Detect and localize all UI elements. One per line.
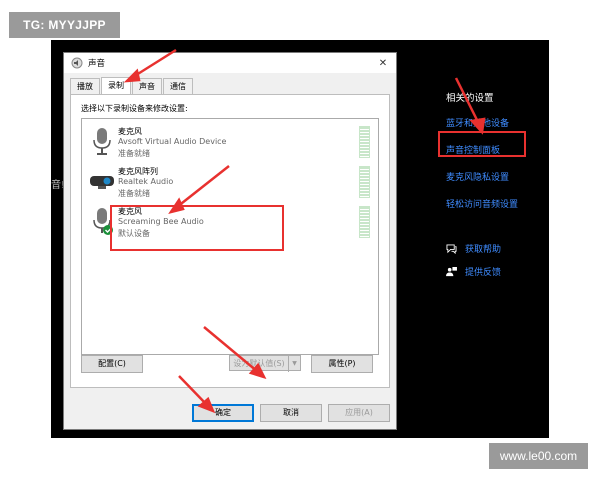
microphone-icon bbox=[93, 128, 111, 155]
tab-sounds[interactable]: 声音 bbox=[132, 78, 162, 94]
link-ease-of-access-audio[interactable]: 轻松访问音频设置 bbox=[446, 197, 546, 210]
related-settings-title: 相关的设置 bbox=[446, 93, 494, 104]
related-settings-panel: 相关的设置 蓝牙和其他设备 声音控制面板 麦克风隐私设置 轻松访问音频设置 获取… bbox=[446, 90, 546, 288]
set-default-label: 设为默认值(S) bbox=[233, 359, 285, 368]
device-description: Avsoft Virtual Audio Device bbox=[118, 137, 227, 146]
properties-button[interactable]: 属性(P) bbox=[311, 355, 373, 373]
device-name: 麦克风 bbox=[118, 127, 142, 136]
device-status: 准备就绪 bbox=[118, 149, 150, 158]
webcam-mic-array-icon bbox=[90, 176, 114, 189]
link-bluetooth-devices[interactable]: 蓝牙和其他设备 bbox=[446, 116, 546, 129]
watermark-top: TG: MYYJJPP bbox=[9, 12, 120, 38]
help-chat-icon bbox=[446, 243, 457, 254]
device-description: Realtek Audio bbox=[118, 177, 174, 186]
level-meter bbox=[359, 166, 370, 198]
tab-communications[interactable]: 通信 bbox=[163, 78, 193, 94]
desktop-screenshot: 音! 相关的设置 蓝牙和其他设备 声音控制面板 麦克风隐私设置 轻松访问音频设置… bbox=[51, 40, 549, 438]
device-button-row: 配置(C) 设为默认值(S) ▼ 属性(P) bbox=[71, 355, 389, 379]
ok-button[interactable]: 确定 bbox=[192, 404, 254, 422]
level-meter bbox=[359, 206, 370, 238]
feedback-link[interactable]: 提供反馈 bbox=[465, 265, 501, 278]
get-help-link[interactable]: 获取帮助 bbox=[465, 242, 501, 255]
tab-playback[interactable]: 播放 bbox=[70, 78, 100, 94]
highlight-box-sound-control-panel bbox=[438, 131, 526, 157]
feedback-row[interactable]: 提供反馈 bbox=[446, 265, 546, 278]
device-status: 准备就绪 bbox=[118, 189, 150, 198]
set-default-button[interactable]: 设为默认值(S) ▼ bbox=[229, 355, 301, 372]
feedback-person-icon bbox=[446, 266, 457, 276]
chevron-down-icon[interactable]: ▼ bbox=[288, 356, 300, 372]
configure-button[interactable]: 配置(C) bbox=[81, 355, 143, 373]
watermark-bottom: www.le00.com bbox=[489, 443, 588, 469]
level-meter bbox=[359, 126, 370, 158]
highlight-box-default-device bbox=[110, 205, 284, 251]
list-item[interactable]: 麦克风 Avsoft Virtual Audio Device 准备就绪 bbox=[82, 122, 378, 162]
speaker-app-icon bbox=[71, 57, 83, 69]
dialog-title: 声音 bbox=[88, 59, 106, 69]
instruction-text: 选择以下录制设备来修改设置: bbox=[81, 104, 188, 113]
close-icon[interactable]: ✕ bbox=[370, 58, 396, 69]
apply-button[interactable]: 应用(A) bbox=[328, 404, 390, 422]
dialog-titlebar[interactable]: 声音 ✕ bbox=[64, 53, 396, 73]
link-microphone-privacy[interactable]: 麦克风隐私设置 bbox=[446, 170, 546, 183]
device-name: 麦克风阵列 bbox=[118, 167, 158, 176]
get-help-row[interactable]: 获取帮助 bbox=[446, 242, 546, 255]
tab-recording[interactable]: 录制 bbox=[101, 77, 131, 94]
cancel-button[interactable]: 取消 bbox=[260, 404, 322, 422]
list-item[interactable]: 麦克风阵列 Realtek Audio 准备就绪 bbox=[82, 162, 378, 202]
dialog-tabs: 播放 录制 声音 通信 bbox=[70, 77, 194, 94]
